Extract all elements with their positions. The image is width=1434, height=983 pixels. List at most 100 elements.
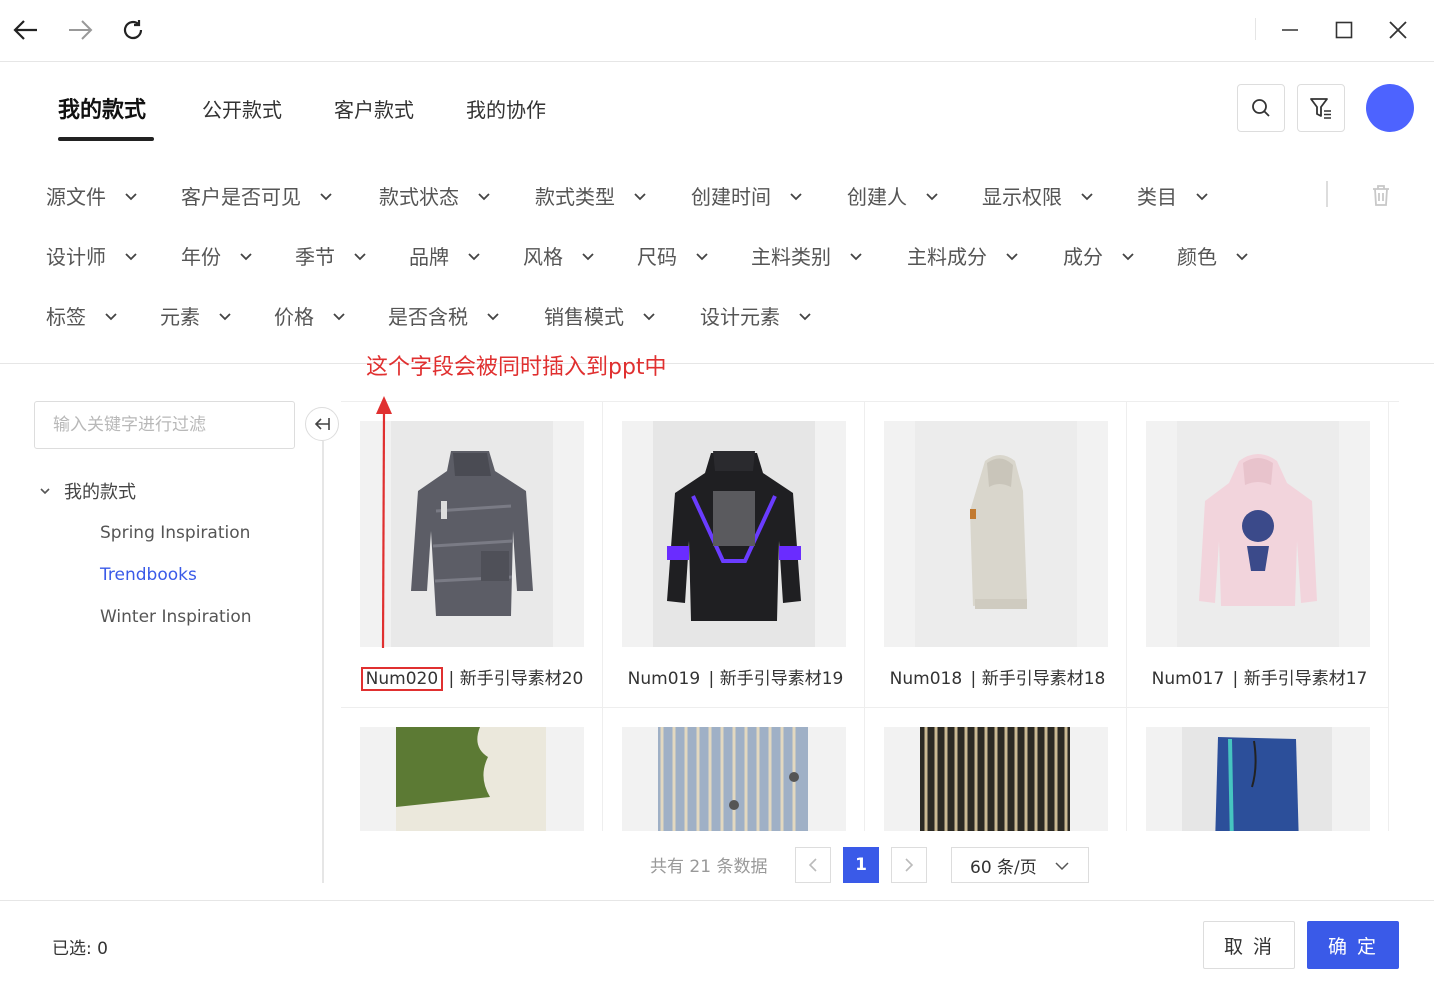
filter-season[interactable]: 季节 — [295, 241, 367, 270]
style-card[interactable]: Num019 | 新手引导素材19 — [603, 402, 865, 708]
style-card[interactable] — [1127, 708, 1389, 831]
style-grid: Num020 | 新手引导素材20 Num019 | 新手引导素材19 Num0… — [341, 401, 1399, 831]
minimize-icon[interactable] — [1272, 12, 1308, 48]
filter-style-status[interactable]: 款式状态 — [379, 181, 491, 210]
selected-count: 已选: 0 — [52, 939, 108, 959]
filter-divider — [1326, 181, 1328, 207]
chevron-down-icon — [1006, 252, 1018, 260]
tab-my-collaboration[interactable]: 我的协作 — [466, 94, 546, 123]
close-icon[interactable] — [1380, 12, 1416, 48]
filter-tag[interactable]: 标签 — [46, 301, 118, 330]
style-card[interactable]: Num017 | 新手引导素材17 — [1127, 402, 1389, 708]
filter-element[interactable]: 元素 — [160, 301, 232, 330]
filter-main-material-composition[interactable]: 主料成分 — [907, 241, 1019, 270]
tab-my-styles[interactable]: 我的款式 — [58, 92, 146, 124]
style-thumbnail — [884, 727, 1108, 831]
filter-label: 类目 — [1137, 185, 1177, 209]
chevron-down-icon — [1122, 252, 1134, 260]
filter-label: 标签 — [46, 305, 86, 329]
arrow-left-icon[interactable] — [8, 12, 44, 48]
filter-source-file[interactable]: 源文件 — [46, 181, 138, 210]
collapse-sidebar-button[interactable] — [305, 407, 339, 441]
filter-label: 颜色 — [1177, 245, 1217, 269]
filter-customer-visible[interactable]: 客户是否可见 — [181, 181, 333, 210]
chevron-down-icon — [468, 252, 480, 260]
filter-icon — [1310, 98, 1331, 119]
prev-page-button[interactable] — [795, 847, 831, 883]
style-card[interactable]: Num018 | 新手引导素材18 — [865, 402, 1127, 708]
style-code: Num020 — [360, 667, 444, 691]
sidebar-divider — [322, 441, 324, 883]
cancel-button[interactable]: 取 消 — [1203, 921, 1295, 969]
style-code: Num017 — [1151, 669, 1225, 689]
filter-label: 显示权限 — [982, 185, 1062, 209]
filter-button[interactable] — [1297, 84, 1345, 132]
tab-public-styles[interactable]: 公开款式 — [202, 94, 282, 123]
style-thumbnail — [1146, 421, 1370, 647]
filter-label: 元素 — [160, 305, 200, 329]
avatar[interactable] — [1366, 84, 1414, 132]
chevron-down-icon — [320, 192, 332, 200]
tab-customer-styles[interactable]: 客户款式 — [334, 94, 414, 123]
annotation-arrow-icon — [376, 396, 392, 649]
style-card[interactable] — [865, 708, 1127, 831]
filter-style[interactable]: 风格 — [523, 241, 595, 270]
filter-brand[interactable]: 品牌 — [409, 241, 481, 270]
next-page-button[interactable] — [891, 847, 927, 883]
style-name: 新手引导素材19 — [719, 669, 844, 689]
search-icon — [1252, 99, 1270, 117]
style-card[interactable] — [603, 708, 865, 831]
filter-main-material-type[interactable]: 主料类别 — [751, 241, 863, 270]
filter-label: 款式类型 — [535, 185, 615, 209]
filter-color[interactable]: 颜色 — [1177, 241, 1249, 270]
tree-item-spring-inspiration[interactable]: Spring Inspiration — [100, 523, 250, 543]
filter-sales-mode[interactable]: 销售模式 — [544, 301, 656, 330]
search-button[interactable] — [1237, 84, 1285, 132]
filter-tax-included[interactable]: 是否含税 — [388, 301, 500, 330]
chevron-down-icon — [105, 312, 117, 320]
filter-created-time[interactable]: 创建时间 — [691, 181, 803, 210]
filter-label: 创建时间 — [691, 185, 771, 209]
refresh-icon[interactable] — [115, 12, 151, 48]
filter-label: 是否含税 — [388, 305, 468, 329]
chevron-down-icon — [1196, 192, 1208, 200]
style-name: 新手引导素材17 — [1243, 669, 1368, 689]
maximize-icon[interactable] — [1326, 12, 1362, 48]
style-card-label: Num019 | 新手引导素材19 — [603, 664, 865, 689]
collapse-left-icon — [314, 418, 330, 430]
filter-display-permission[interactable]: 显示权限 — [982, 181, 1094, 210]
tree-root-my-styles[interactable]: 我的款式 — [38, 478, 136, 504]
filter-design-element[interactable]: 设计元素 — [700, 301, 812, 330]
titlebar-divider — [1255, 18, 1256, 40]
style-card[interactable] — [341, 708, 603, 831]
keyword-filter-input[interactable] — [34, 401, 295, 449]
chevron-down-icon — [696, 252, 708, 260]
confirm-button[interactable]: 确 定 — [1307, 921, 1399, 969]
chevron-down-icon — [582, 252, 594, 260]
filter-label: 销售模式 — [544, 305, 624, 329]
filter-price[interactable]: 价格 — [274, 301, 346, 330]
style-sep: | — [443, 669, 460, 689]
style-code: Num018 — [889, 669, 963, 689]
filter-style-type[interactable]: 款式类型 — [535, 181, 647, 210]
page-size-select[interactable]: 60 条/页 — [951, 847, 1089, 883]
tree-item-trendbooks[interactable]: Trendbooks — [100, 565, 197, 585]
chevron-down-icon — [333, 312, 345, 320]
tree-item-winter-inspiration[interactable]: Winter Inspiration — [100, 607, 252, 627]
trash-icon[interactable] — [1368, 182, 1394, 208]
arrow-right-icon[interactable] — [62, 12, 98, 48]
chevron-down-icon — [478, 192, 490, 200]
filters-divider — [0, 363, 1434, 364]
filter-designer[interactable]: 设计师 — [46, 241, 138, 270]
style-sep: | — [703, 669, 720, 689]
filter-size[interactable]: 尺码 — [637, 241, 709, 270]
page-button-current[interactable]: 1 — [843, 847, 879, 883]
filter-composition[interactable]: 成分 — [1063, 241, 1135, 270]
filter-category[interactable]: 类目 — [1137, 181, 1209, 210]
style-card-label: Num020 | 新手引导素材20 — [341, 664, 603, 691]
chevron-down-icon — [850, 252, 862, 260]
filter-year[interactable]: 年份 — [181, 241, 253, 270]
tree-root-label: 我的款式 — [64, 482, 136, 503]
chevron-right-icon — [905, 858, 914, 872]
filter-creator[interactable]: 创建人 — [847, 181, 939, 210]
